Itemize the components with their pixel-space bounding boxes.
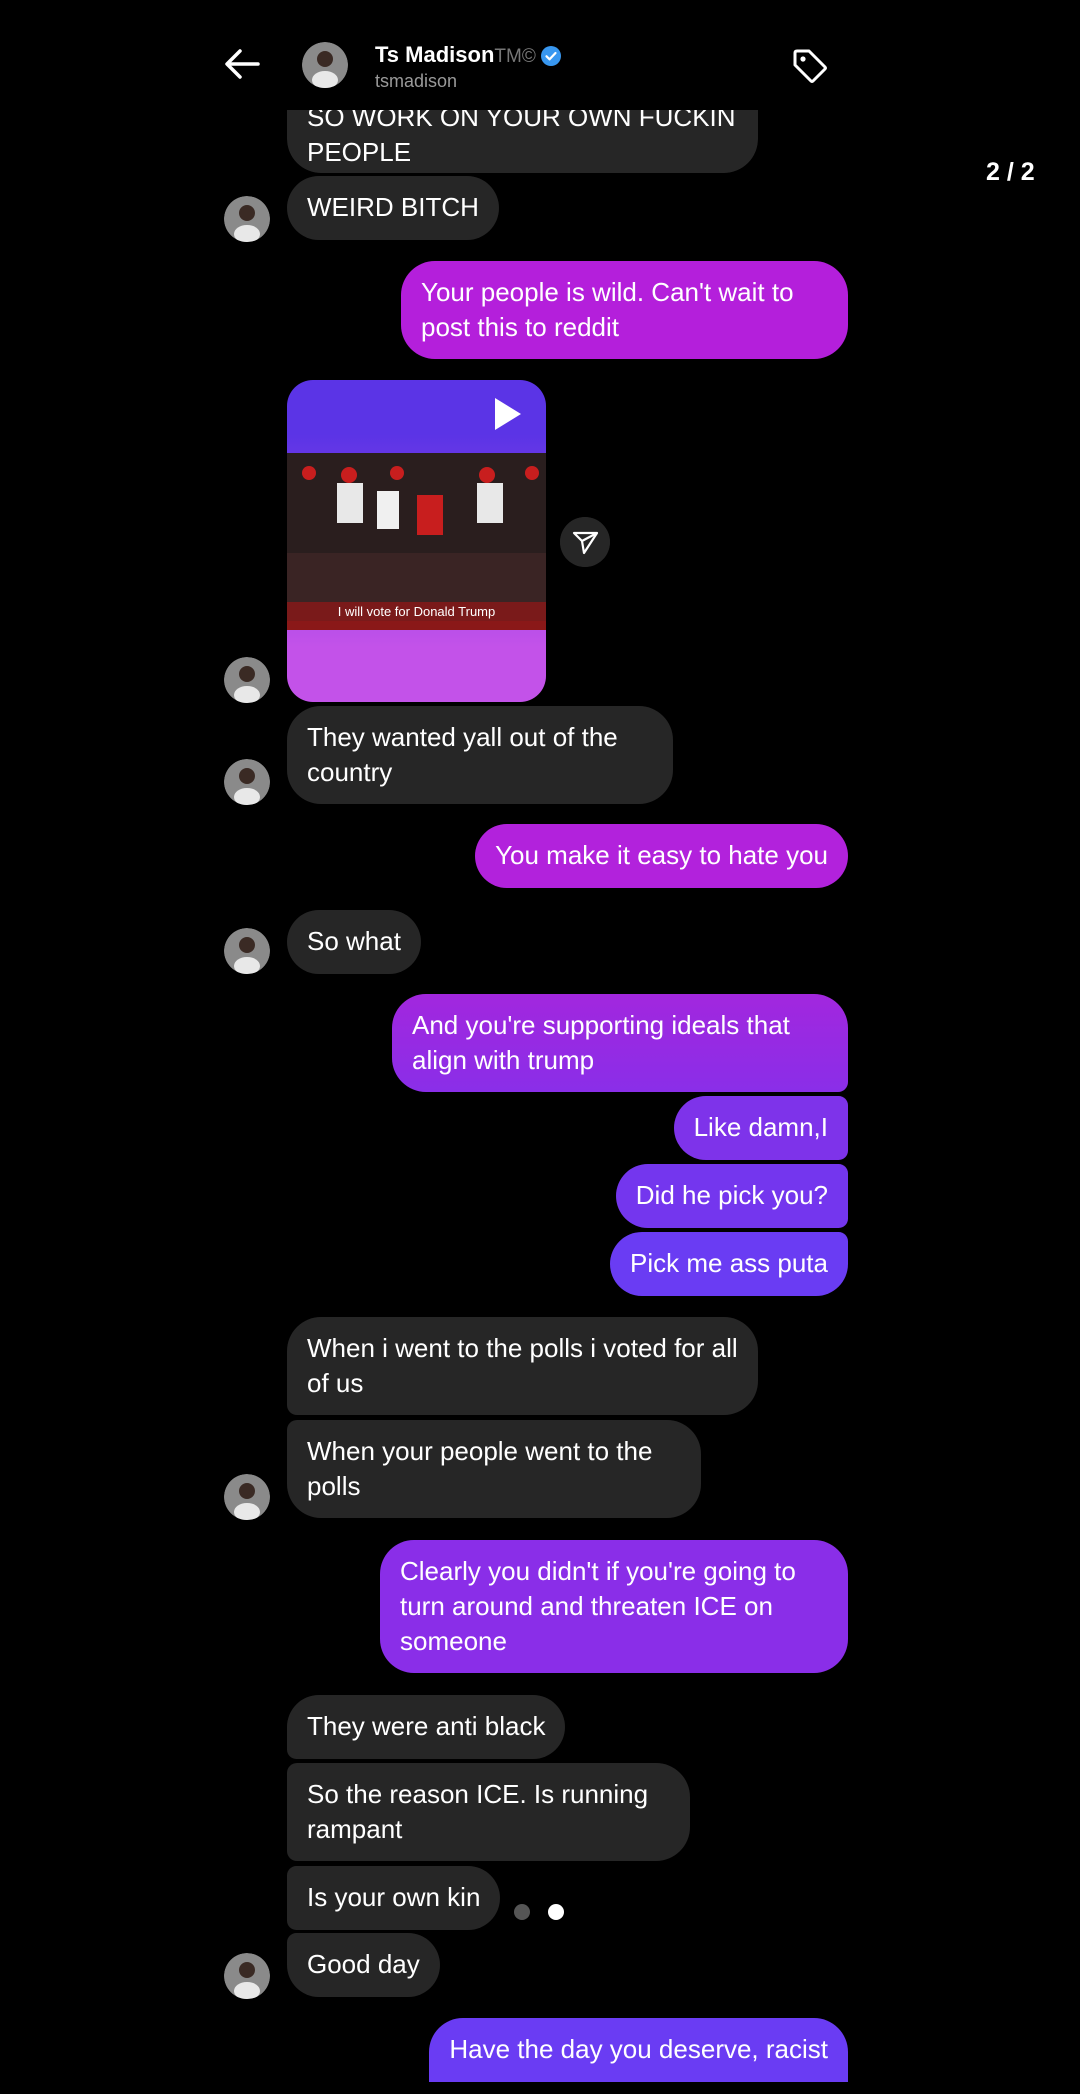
message-outgoing[interactable]: Pick me ass puta [610, 1232, 848, 1296]
sender-avatar [224, 1474, 270, 1520]
sender-avatar [224, 759, 270, 805]
sender-avatar [224, 196, 270, 242]
contact-name-suffix: TM© [494, 46, 536, 67]
sender-avatar [224, 1953, 270, 1999]
chat-header: Ts MadisonTM© tsmadison [0, 0, 1080, 110]
message-incoming[interactable]: They wanted yall out of the country [287, 706, 673, 804]
message-outgoing[interactable]: Did he pick you? [615, 1164, 848, 1228]
message-incoming[interactable]: When i went to the polls i voted for all… [287, 1317, 758, 1415]
profile-avatar[interactable] [302, 42, 348, 88]
pager-dot-inactive[interactable] [514, 1904, 530, 1920]
message-outgoing[interactable]: You make it easy to hate you [475, 824, 848, 888]
sender-avatar [224, 657, 270, 703]
contact-name-text: Ts Madison [375, 42, 495, 67]
contact-name[interactable]: Ts MadisonTM© [375, 41, 562, 71]
message-outgoing[interactable]: And you're supporting ideals that align … [392, 994, 848, 1092]
message-outgoing[interactable]: Your people is wild. Can't wait to post … [401, 261, 848, 359]
message-outgoing[interactable]: Have the day you deserve, racist [429, 2018, 848, 2082]
tag-icon[interactable] [790, 46, 830, 86]
message-outgoing[interactable]: Clearly you didn't if you're going to tu… [380, 1540, 848, 1673]
message-incoming[interactable]: So the reason ICE. Is running rampant [287, 1763, 690, 1861]
sender-avatar [224, 928, 270, 974]
message-outgoing[interactable]: Like damn,I [673, 1096, 848, 1160]
verified-badge-icon [540, 46, 561, 67]
contact-username: tsmadison [375, 71, 458, 91]
message-incoming[interactable]: They were anti black [287, 1695, 566, 1759]
message-incoming[interactable]: So what [287, 910, 421, 974]
message-incoming[interactable]: When your people went to the polls [287, 1420, 701, 1518]
video-caption: I will vote for Donald Trump [287, 602, 546, 621]
pager-dot-active[interactable] [548, 1904, 564, 1920]
page-indicator: 2 / 2 [986, 158, 1035, 186]
share-icon[interactable] [560, 517, 610, 567]
message-incoming[interactable]: WEIRD BITCH [287, 176, 499, 240]
play-icon[interactable] [493, 396, 523, 432]
message-incoming[interactable]: Good day [287, 1933, 440, 1997]
shared-video-post[interactable]: I will vote for Donald Trump [287, 380, 546, 702]
message-incoming[interactable]: Is your own kin [287, 1866, 501, 1930]
back-arrow-icon[interactable] [222, 44, 262, 84]
